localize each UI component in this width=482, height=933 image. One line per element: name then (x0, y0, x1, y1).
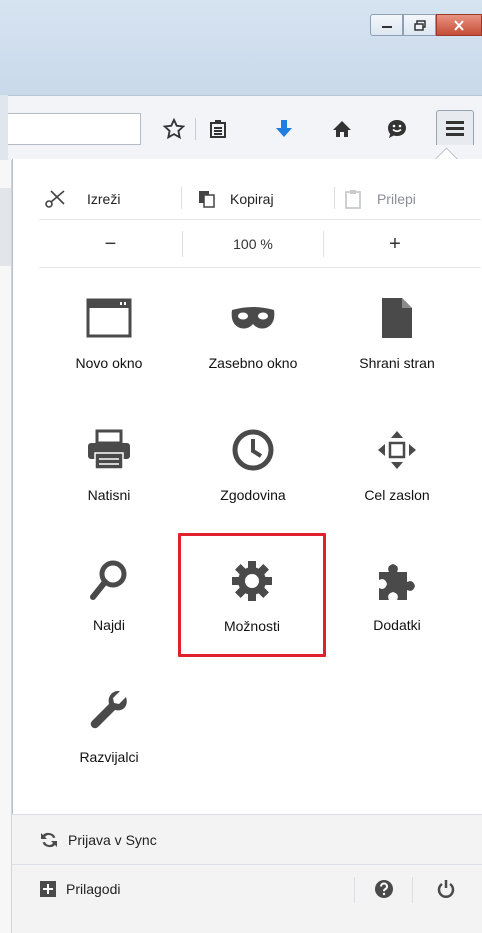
search-icon (90, 560, 127, 600)
wrench-icon (90, 691, 127, 729)
zoom-out-button[interactable]: − (39, 221, 182, 267)
footer-separator (412, 877, 413, 903)
hamburger-icon (446, 121, 464, 136)
item-label: Novo okno (75, 355, 143, 371)
quit-button[interactable] (414, 865, 478, 913)
sync-signin-button[interactable]: Prijava v Sync (12, 814, 482, 864)
zoom-reset-button[interactable]: 100 % (183, 221, 323, 267)
item-label: Shrani stran (359, 355, 435, 371)
help-icon (375, 880, 393, 898)
copy-label: Kopiraj (229, 191, 274, 207)
hello-chat-button[interactable] (383, 116, 411, 142)
window-titlebar (0, 0, 482, 95)
restore-button[interactable] (403, 14, 436, 36)
options-button[interactable]: Možnosti (178, 533, 326, 657)
downloads-button[interactable] (270, 116, 298, 142)
power-icon (437, 880, 455, 898)
sync-icon (41, 832, 57, 847)
puzzle-icon (379, 564, 415, 600)
page-content-edge (0, 160, 12, 933)
close-button[interactable] (436, 14, 482, 36)
item-label: Cel zaslon (364, 487, 430, 503)
customize-label: Prilagodi (66, 881, 121, 897)
address-bar[interactable] (8, 113, 141, 145)
download-arrow-icon (276, 120, 292, 137)
bookmarks-menu-button[interactable] (204, 116, 232, 142)
new-window-icon (86, 298, 132, 338)
item-label: Zgodovina (220, 487, 286, 503)
history-button[interactable]: Zgodovina (183, 411, 323, 523)
home-icon (333, 121, 351, 137)
item-label: Dodatki (373, 617, 421, 633)
item-label: Najdi (93, 617, 125, 633)
new-window-button[interactable]: Novo okno (39, 279, 179, 391)
paste-label: Prilepi (376, 191, 416, 207)
minimize-icon (381, 26, 392, 28)
copy-button[interactable]: Kopiraj (182, 179, 334, 219)
chat-smiley-icon (388, 120, 406, 138)
copy-icon (198, 191, 215, 208)
footer-separator (354, 877, 355, 903)
gear-icon (232, 561, 272, 601)
fullscreen-button[interactable]: Cel zaslon (327, 411, 467, 523)
addons-button[interactable]: Dodatki (327, 541, 467, 653)
save-page-icon (382, 298, 412, 338)
menu-footer: Prilagodi (12, 864, 482, 933)
item-label: Razvijalci (79, 749, 139, 765)
item-label: Natisni (87, 487, 131, 503)
print-button[interactable]: Natisni (39, 411, 179, 523)
save-page-button[interactable]: Shrani stran (327, 279, 467, 391)
restore-icon (413, 19, 426, 31)
fullscreen-icon (378, 431, 416, 469)
zoom-in-button[interactable]: + (324, 221, 466, 267)
bookmark-star-button[interactable] (160, 116, 188, 142)
item-label: Možnosti (223, 618, 281, 634)
bookmarks-list-icon (210, 120, 226, 138)
help-button[interactable] (358, 865, 410, 913)
customize-button[interactable]: Prilagodi (40, 865, 120, 913)
cut-button[interactable]: Izreži (39, 179, 181, 219)
plus-icon: + (389, 232, 401, 255)
private-window-button[interactable]: Zasebno okno (183, 279, 323, 391)
scissors-icon (45, 190, 65, 208)
print-icon (88, 429, 130, 470)
zoom-level: 100 % (233, 236, 273, 252)
open-menu-button[interactable] (436, 110, 474, 145)
window-controls (370, 14, 482, 36)
developer-button[interactable]: Razvijalci (39, 673, 179, 785)
zoom-controls: − 100 % + (39, 221, 481, 268)
nav-toolbar (8, 95, 482, 161)
paste-button[interactable]: Prilepi (335, 179, 481, 219)
item-label: Zasebno okno (208, 355, 298, 371)
toolbar-separator (195, 118, 196, 140)
cut-label: Izreži (87, 191, 121, 207)
minimize-button[interactable] (370, 14, 403, 36)
plus-box-icon (40, 881, 56, 897)
star-icon (163, 118, 185, 140)
close-icon (454, 19, 464, 31)
private-mask-icon (231, 307, 275, 329)
home-button[interactable] (328, 116, 356, 142)
edit-controls: Izreži Kopiraj Prilepi (39, 179, 481, 220)
sync-label: Prijava v Sync (68, 831, 157, 848)
clipboard-icon (345, 190, 361, 209)
find-button[interactable]: Najdi (39, 541, 179, 653)
minus-icon: − (104, 232, 117, 255)
history-clock-icon (232, 429, 274, 471)
